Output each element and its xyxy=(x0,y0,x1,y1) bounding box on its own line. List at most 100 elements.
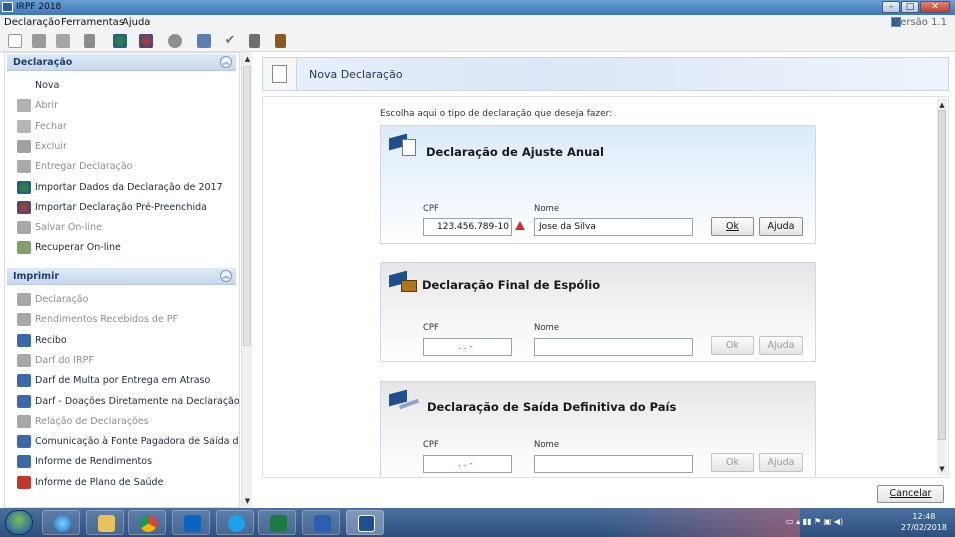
toolbar: ✔ xyxy=(0,31,955,52)
sidebar-item[interactable]: Informe de Rendimentos xyxy=(15,454,235,470)
sidebar-item[interactable]: Importar Dados da Declaração de 2017 xyxy=(15,180,235,196)
import-prefilled-icon[interactable] xyxy=(139,34,153,48)
scroll-down-arrow-icon[interactable]: ▼ xyxy=(937,464,947,475)
sidebar-item[interactable]: Excluir xyxy=(15,139,235,155)
nome-label: Nome xyxy=(534,204,560,214)
sidebar-item[interactable]: Comunicação à Fonte Pagadora de Saída do… xyxy=(15,434,239,450)
sidebar-item-label: Abrir xyxy=(35,100,58,112)
ok-button[interactable]: Ok xyxy=(711,453,754,472)
nome-input[interactable]: Jose da Silva xyxy=(534,218,693,236)
sidebar-item[interactable]: Entregar Declaração xyxy=(15,159,235,175)
maximize-button[interactable]: □ xyxy=(901,1,919,13)
content-scrollbar[interactable]: ▲ ▼ xyxy=(937,98,947,476)
scroll-thumb[interactable] xyxy=(243,66,251,346)
sidebar-item-label: Nova xyxy=(35,80,60,91)
content-panel: Escolha aqui o tipo de declaração que de… xyxy=(262,96,949,478)
cpf-label: CPF xyxy=(423,440,439,450)
book-icon[interactable] xyxy=(275,34,286,48)
section-imprimir-header[interactable]: Imprimir ︽ xyxy=(7,268,236,285)
menu-ferramentas[interactable]: Ferramentas xyxy=(61,17,124,28)
menu-ajuda[interactable]: Ajuda xyxy=(122,17,150,28)
sidebar-item[interactable]: Darf de Multa por Entrega em Atraso xyxy=(15,373,235,389)
sidebar-item[interactable]: Informe de Plano de Saúde xyxy=(15,475,235,491)
print-icon xyxy=(17,313,31,327)
print-icon[interactable] xyxy=(197,34,211,48)
trash-icon xyxy=(17,139,31,153)
deliver-icon xyxy=(17,160,31,174)
print-icon xyxy=(17,394,31,408)
sidebar-item[interactable]: Relação de Declarações xyxy=(15,414,235,430)
nome-label: Nome xyxy=(534,323,560,333)
espolio-icon xyxy=(389,270,419,295)
menu-declaracao[interactable]: Declaração xyxy=(4,17,60,28)
sidebar-item[interactable]: Recibo xyxy=(15,333,235,349)
section-title: Declaração xyxy=(13,57,73,68)
taskbar-explorer[interactable] xyxy=(86,510,124,535)
new-doc-icon[interactable] xyxy=(8,34,22,48)
calculator-icon[interactable] xyxy=(249,34,260,48)
open-folder-icon[interactable] xyxy=(32,34,46,48)
sidebar-item[interactable]: Fechar xyxy=(15,119,235,135)
section-title: Imprimir xyxy=(13,271,60,282)
close-button[interactable]: ✕ xyxy=(920,1,950,13)
header-icon-box xyxy=(263,58,297,90)
sidebar-item[interactable]: Declaração xyxy=(15,292,235,308)
saida-definitiva-icon xyxy=(389,389,420,414)
scroll-thumb[interactable] xyxy=(938,110,946,440)
folder-icon[interactable] xyxy=(56,34,70,48)
warning-icon xyxy=(515,221,525,230)
irpf-icon xyxy=(358,515,375,532)
sidebar-item[interactable]: Darf do IRPF xyxy=(15,353,235,369)
scroll-up-arrow-icon[interactable]: ▲ xyxy=(242,54,253,65)
minimize-button[interactable]: – xyxy=(882,1,900,13)
collapse-up-icon[interactable]: ︽ xyxy=(220,56,232,68)
ajuda-button[interactable]: Ajuda xyxy=(759,217,803,236)
sidebar-item[interactable]: Rendimentos Recebidos de PF xyxy=(15,312,235,328)
menu-bar: Declaração Ferramentas Ajuda Versão 1.1 xyxy=(0,15,955,31)
sidebar-item[interactable]: Abrir xyxy=(15,98,235,114)
sidebar-scrollbar[interactable]: ▲ ▼ xyxy=(241,52,252,508)
trash-icon[interactable] xyxy=(84,34,95,48)
sidebar-item[interactable]: Darf - Doações Diretamente na Declaração… xyxy=(15,394,239,410)
taskbar-irpf[interactable] xyxy=(346,510,384,535)
cpf-input[interactable]: . . - xyxy=(423,338,512,356)
cloud-icon[interactable] xyxy=(168,34,182,48)
taskbar-chrome[interactable] xyxy=(128,510,166,535)
sidebar-item[interactable]: Recuperar On-line xyxy=(15,240,235,256)
nome-input[interactable] xyxy=(534,338,693,356)
ok-button[interactable]: Ok xyxy=(711,336,754,355)
taskbar-ie[interactable] xyxy=(42,510,80,535)
ajuste-anual-icon xyxy=(389,133,419,158)
print-icon xyxy=(17,475,31,489)
sidebar-item[interactable]: Nova xyxy=(15,78,235,94)
sidebar-item-label: Recuperar On-line xyxy=(35,242,121,254)
sidebar-item[interactable]: Importar Declaração Pré-Preenchida xyxy=(15,200,235,216)
print-icon xyxy=(17,333,31,347)
sidebar-item-label: Darf de Multa por Entrega em Atraso xyxy=(35,375,211,387)
print-icon xyxy=(17,414,31,428)
taskbar-outlook[interactable] xyxy=(172,510,210,535)
clock[interactable]: 12:48 27/02/2018 xyxy=(901,511,947,533)
card-title: Declaração de Ajuste Anual xyxy=(426,145,604,159)
cpf-input[interactable]: 123.456.789-10 xyxy=(423,218,512,236)
scroll-down-arrow-icon[interactable]: ▼ xyxy=(242,496,253,507)
cancel-button[interactable]: Cancelar xyxy=(877,485,944,503)
import-icon[interactable] xyxy=(113,34,127,48)
taskbar-excel[interactable] xyxy=(258,510,296,535)
ok-button[interactable]: Ok xyxy=(711,217,754,236)
taskbar-word[interactable] xyxy=(302,510,340,535)
print-icon xyxy=(17,353,31,367)
ajuda-button[interactable]: Ajuda xyxy=(759,336,803,355)
taskbar-skype[interactable] xyxy=(216,510,254,535)
intro-text: Escolha aqui o tipo de declaração que de… xyxy=(380,109,613,119)
check-icon[interactable]: ✔ xyxy=(223,34,237,48)
cpf-label: CPF xyxy=(423,204,439,214)
collapse-up-icon[interactable]: ︽ xyxy=(220,270,232,282)
section-declaracao-header[interactable]: Declaração ︽ xyxy=(7,54,236,71)
cpf-input[interactable]: . . - xyxy=(423,455,512,473)
start-button[interactable] xyxy=(5,510,33,535)
sidebar-item[interactable]: Salvar On-line xyxy=(15,220,235,236)
system-tray[interactable]: ▭ ▴ ▮▮ ⚑ ▣ ◀) xyxy=(786,517,843,526)
nome-input[interactable] xyxy=(534,455,693,473)
ajuda-button[interactable]: Ajuda xyxy=(759,453,803,472)
